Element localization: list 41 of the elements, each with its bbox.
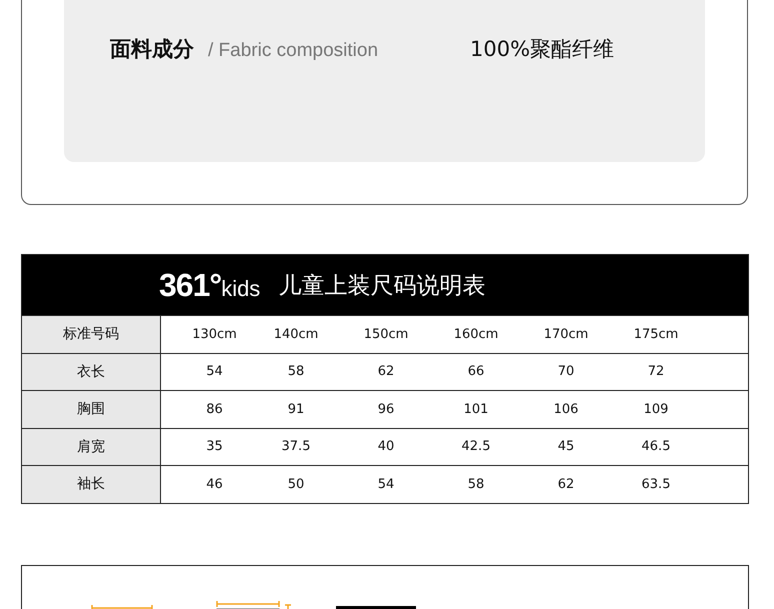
- table-cell-text: 72: [646, 363, 666, 382]
- row-header: 肩宽: [22, 428, 161, 465]
- table-cell-text: 37.5: [280, 438, 312, 456]
- table-title: 儿童上装尺码说明表: [278, 272, 486, 300]
- table-cell-text: 50: [286, 476, 306, 494]
- table-cell-text: 91: [286, 400, 306, 419]
- table-cell-text: 54: [376, 476, 396, 494]
- table-cell-text: 109: [642, 400, 670, 419]
- table-cell-text: 130cm: [191, 326, 238, 344]
- spec-value: 100%聚酯纤维: [470, 36, 614, 63]
- table-cell-text: 86: [205, 400, 224, 419]
- table-cell-text: 150cm: [362, 326, 410, 344]
- table-cell-text: 101: [462, 400, 490, 419]
- table-cell-text: 35: [205, 438, 224, 456]
- table-cell-text: 58: [466, 476, 486, 494]
- table-cell-text: 160cm: [452, 326, 500, 344]
- spec-label-english: / Fabric composition: [208, 40, 380, 62]
- logo-number: 361°: [159, 266, 222, 304]
- table-cell-text: 45: [556, 438, 576, 456]
- table-cell-text: 63.5: [640, 476, 672, 494]
- table-cell-text: 96: [376, 400, 396, 419]
- table-cell-text: 170cm: [542, 326, 590, 344]
- table-cell-text: 54: [205, 363, 224, 382]
- row-header: 袖长: [22, 466, 161, 502]
- table-cell-text: 42.5: [460, 438, 492, 456]
- table-cell-text: 46: [205, 476, 224, 494]
- table-cell-text: 66: [466, 363, 486, 382]
- table-cell-text: 58: [286, 363, 306, 382]
- table-cell-text: 46.5: [640, 438, 672, 456]
- logo-word: kids: [221, 276, 260, 302]
- row-header: 衣长: [22, 354, 161, 390]
- table-cell-text: 175cm: [632, 326, 680, 344]
- spec-label: 面料成分: [110, 36, 194, 63]
- table-cell-text: 62: [376, 363, 396, 382]
- row-header: 胸围: [22, 391, 161, 428]
- table-cell-text: 40: [376, 438, 396, 456]
- row-header: 标准号码: [22, 316, 161, 352]
- table-cell-text: 140cm: [272, 326, 320, 344]
- table-cell-text: 70: [556, 363, 576, 382]
- table-cell-text: 62: [556, 476, 576, 494]
- table-cell-text: 106: [552, 400, 580, 419]
